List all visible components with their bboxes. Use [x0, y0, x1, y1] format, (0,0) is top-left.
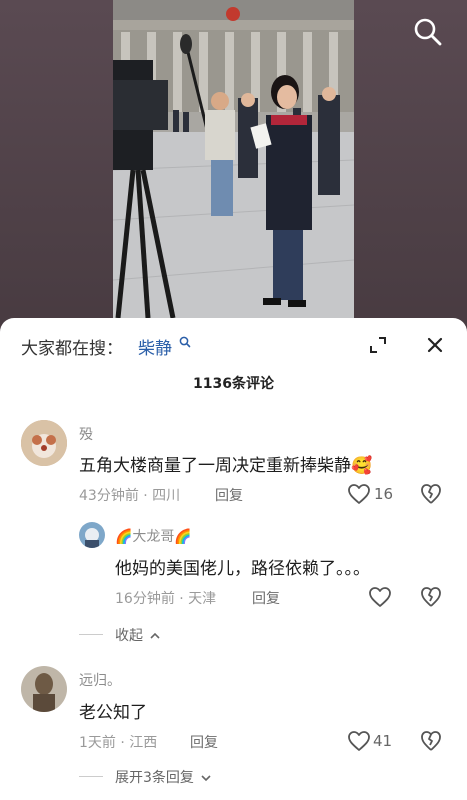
sheet-header: 大家都在搜： 柴静	[0, 318, 467, 374]
comment-text: 五角大楼商量了一周决定重新捧柴静🥰	[79, 451, 372, 476]
dislike-heart-icon[interactable]	[420, 483, 442, 505]
avatar[interactable]	[21, 666, 67, 712]
comment-username[interactable]: 远归。	[79, 670, 121, 690]
reply-meta: 16分钟前 · 天津	[115, 591, 217, 607]
reply-username[interactable]: 🌈大龙哥🌈	[115, 526, 192, 546]
search-small-icon	[179, 336, 191, 348]
divider-line	[79, 776, 103, 777]
comment-sheet: 大家都在搜： 柴静 1136条评论 殁 五角大楼商量了一周决定重新捧柴静🥰 43…	[0, 318, 467, 800]
like-heart-icon[interactable]	[347, 730, 371, 752]
like-heart-icon[interactable]	[347, 483, 371, 505]
video-player[interactable]	[113, 0, 354, 318]
emoji-icon: 🥰	[351, 456, 373, 476]
avatar[interactable]	[79, 522, 105, 548]
avatar-image	[79, 522, 105, 548]
comment-text-body: 五角大楼商量了一周决定重新捧柴静	[79, 456, 351, 476]
expand-icon[interactable]	[368, 335, 388, 355]
avatar-image	[21, 666, 67, 712]
search-icon	[414, 18, 442, 46]
video-backdrop	[0, 0, 467, 332]
divider-line	[79, 634, 103, 635]
dislike-heart-icon[interactable]	[420, 730, 442, 752]
like-count: 41	[373, 732, 393, 750]
avatar[interactable]	[21, 420, 67, 466]
search-button[interactable]	[410, 14, 446, 50]
comment-text: 老公知了	[79, 703, 147, 723]
hot-search-term-link[interactable]: 柴静	[138, 334, 172, 359]
collapse-label: 收起	[115, 628, 143, 644]
comment-meta: 43分钟前 · 四川	[79, 488, 181, 504]
avatar-image	[21, 420, 67, 466]
chevron-up-icon	[150, 632, 161, 639]
collapse-replies-button[interactable]: 收起	[115, 625, 161, 645]
like-count: 16	[374, 485, 394, 503]
like-heart-icon[interactable]	[368, 586, 392, 608]
comment-count: 1136条评论	[193, 376, 274, 392]
dislike-heart-icon[interactable]	[420, 586, 442, 608]
chevron-down-icon	[201, 775, 211, 782]
comment-username[interactable]: 殁	[79, 424, 93, 444]
close-icon[interactable]	[424, 334, 446, 356]
expand-label: 展开3条回复	[115, 770, 194, 786]
reply-button[interactable]: 回复	[252, 588, 280, 608]
reply-button[interactable]: 回复	[215, 485, 243, 505]
comment-meta: 1天前 · 江西	[79, 735, 158, 751]
reply-button[interactable]: 回复	[190, 732, 218, 752]
expand-replies-button[interactable]: 展开3条回复	[115, 767, 212, 787]
hot-search-prefix: 大家都在搜：	[21, 339, 123, 359]
video-frame-image	[113, 0, 354, 318]
reply-text: 他妈的美国佬儿，路径依赖了。。。	[115, 559, 370, 579]
